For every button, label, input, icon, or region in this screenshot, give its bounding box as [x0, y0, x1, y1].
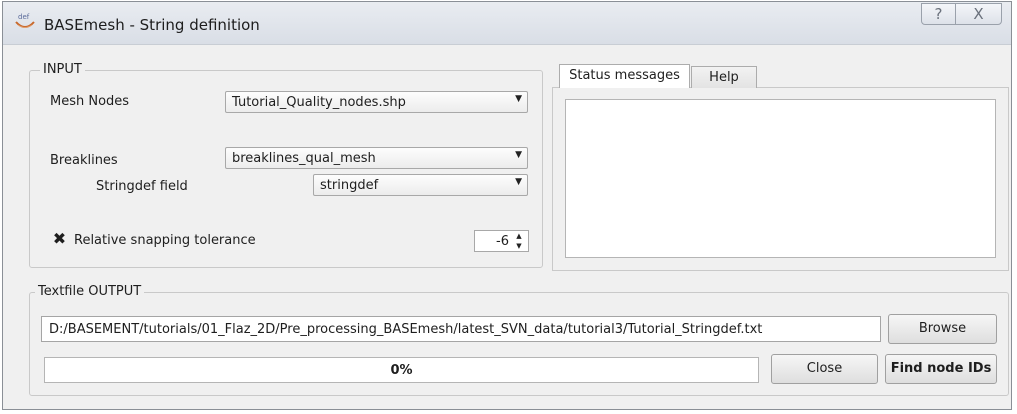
close-icon: X	[973, 5, 984, 23]
close-button[interactable]: Close	[771, 354, 878, 384]
mesh-nodes-value: Tutorial_Quality_nodes.shp	[232, 95, 406, 110]
snapping-tolerance-value: -6	[496, 234, 509, 249]
output-path-value: D:/BASEMENT/tutorials/01_Flaz_2D/Pre_pro…	[49, 322, 763, 337]
tab-help-label: Help	[709, 70, 739, 85]
chevron-down-icon: ▼	[515, 94, 522, 104]
output-group-title: Textfile OUTPUT	[35, 284, 145, 299]
stringdef-field-label: Stringdef field	[96, 179, 188, 194]
browse-button[interactable]: Browse	[888, 314, 997, 344]
svg-text:def: def	[18, 13, 30, 21]
snapping-tolerance-spinbox[interactable]: -6 ▲ ▼	[474, 230, 529, 252]
app-icon: def	[15, 13, 35, 28]
status-messages-textarea[interactable]	[565, 99, 996, 258]
tab-help[interactable]: Help	[691, 66, 757, 88]
find-node-ids-button[interactable]: Find node IDs	[885, 354, 997, 384]
chevron-down-icon: ▼	[515, 150, 522, 160]
breaklines-select[interactable]: breaklines_qual_mesh ▼	[225, 147, 528, 169]
tab-status-messages-label: Status messages	[569, 68, 680, 83]
help-button[interactable]: ?	[921, 3, 956, 25]
progress-bar: 0%	[44, 357, 759, 383]
chevron-down-icon: ▼	[515, 177, 522, 187]
tab-status-messages[interactable]: Status messages	[559, 64, 690, 88]
spin-arrows[interactable]: ▲ ▼	[512, 231, 526, 251]
spin-down-icon[interactable]: ▼	[512, 241, 526, 251]
output-path-input[interactable]: D:/BASEMENT/tutorials/01_Flaz_2D/Pre_pro…	[41, 316, 881, 342]
help-icon: ?	[934, 5, 943, 23]
title-bar: def BASEmesh - String definition ? X	[3, 2, 1011, 45]
mesh-nodes-label: Mesh Nodes	[50, 94, 130, 109]
input-group-title: INPUT	[40, 62, 85, 77]
stringdef-field-value: stringdef	[320, 178, 379, 193]
spin-up-icon[interactable]: ▲	[512, 231, 526, 241]
mesh-nodes-select[interactable]: Tutorial_Quality_nodes.shp ▼	[225, 91, 528, 113]
string-definition-dialog: def BASEmesh - String definition ? X INP…	[2, 1, 1012, 410]
breaklines-label: Breaklines	[50, 153, 118, 168]
stringdef-field-select[interactable]: stringdef ▼	[313, 174, 528, 196]
snapping-checkbox[interactable]: ✖	[52, 231, 67, 247]
breaklines-value: breaklines_qual_mesh	[232, 151, 376, 166]
progress-text: 0%	[390, 363, 413, 378]
window-title: BASEmesh - String definition	[44, 16, 260, 34]
snapping-label: Relative snapping tolerance	[74, 233, 256, 248]
close-window-button[interactable]: X	[955, 3, 1002, 25]
